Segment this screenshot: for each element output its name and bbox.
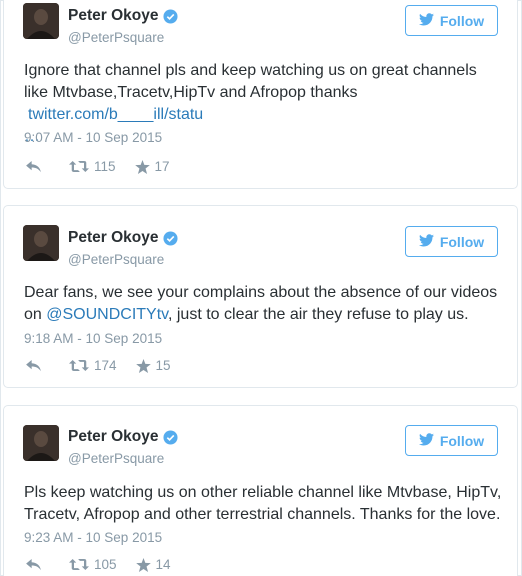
follow-button[interactable]: Follow xyxy=(405,425,498,456)
verified-badge-icon xyxy=(163,429,178,445)
retweet-icon xyxy=(69,160,89,173)
retweet-count: 115 xyxy=(94,159,116,174)
mention-link[interactable]: @SOUNDCITYtv xyxy=(46,306,168,323)
verified-badge-icon xyxy=(163,8,178,24)
avatar[interactable] xyxy=(23,225,59,261)
favorite-star-icon xyxy=(134,159,150,174)
avatar[interactable] xyxy=(23,3,59,39)
follow-label: Follow xyxy=(439,432,485,449)
user-handle[interactable]: @PeterPsquare xyxy=(68,451,164,466)
reply-icon[interactable] xyxy=(26,160,42,173)
tweet-actions: 174 15 xyxy=(26,358,171,373)
retweet-button[interactable]: 174 xyxy=(64,358,117,373)
user-name[interactable]: Peter Okoye xyxy=(68,229,158,247)
avatar[interactable] xyxy=(23,425,59,461)
favorite-count: 15 xyxy=(155,358,171,373)
tweet-card: Peter Okoye @PeterPsquare Follow Ignore … xyxy=(3,0,518,189)
twitter-bird-icon xyxy=(418,12,434,29)
user-name[interactable]: Peter Okoye xyxy=(68,428,158,446)
tweet-card: Peter Okoye @PeterPsquare Follow Pls kee… xyxy=(3,405,518,576)
tweet-actions: 105 14 xyxy=(26,557,171,572)
favorite-button[interactable]: 15 xyxy=(131,358,171,373)
tweet-text: Pls keep watching us on other reliable c… xyxy=(24,484,502,523)
tweet-link[interactable]: twitter.com/b____ill/statu xyxy=(28,106,203,123)
favorite-count: 14 xyxy=(155,557,171,572)
favorite-star-icon xyxy=(135,358,151,373)
tweet-body-suffix: , just to clear the air they refuse to p… xyxy=(167,306,469,323)
favorite-button[interactable]: 17 xyxy=(130,159,170,174)
user-name[interactable]: Peter Okoye xyxy=(68,7,158,25)
retweet-icon xyxy=(69,359,89,372)
favorite-count: 17 xyxy=(154,159,170,174)
follow-button[interactable]: Follow xyxy=(405,226,498,257)
twitter-bird-icon xyxy=(418,432,434,449)
follow-label: Follow xyxy=(439,233,485,250)
user-handle[interactable]: @PeterPsquare xyxy=(68,252,164,267)
reply-icon[interactable] xyxy=(26,359,42,372)
retweet-button[interactable]: 115 xyxy=(64,159,116,174)
tweet-timestamp[interactable]: 9:07 AM - 10 Sep 2015 xyxy=(24,130,162,145)
follow-label: Follow xyxy=(439,12,485,29)
favorite-star-icon xyxy=(135,557,151,572)
tweet-timestamp[interactable]: 9:18 AM - 10 Sep 2015 xyxy=(24,331,162,346)
tweet-card: Peter Okoye @PeterPsquare Follow Dear fa… xyxy=(3,205,518,388)
verified-badge-icon xyxy=(163,230,178,246)
tweet-actions: 115 17 xyxy=(26,159,170,174)
follow-button[interactable]: Follow xyxy=(405,5,498,36)
reply-icon[interactable] xyxy=(26,558,42,571)
tweet-body: Ignore that channel pls and keep watchin… xyxy=(24,62,477,101)
tweet-text: Dear fans, we see your complains about t… xyxy=(24,282,504,326)
retweet-count: 105 xyxy=(94,557,117,572)
tweet-timestamp[interactable]: 9:23 AM - 10 Sep 2015 xyxy=(24,530,162,545)
user-handle[interactable]: @PeterPsquare xyxy=(68,30,164,45)
favorite-button[interactable]: 14 xyxy=(131,557,171,572)
retweet-button[interactable]: 105 xyxy=(64,557,117,572)
twitter-bird-icon xyxy=(418,233,434,250)
retweet-icon xyxy=(69,558,89,571)
retweet-count: 174 xyxy=(94,358,117,373)
